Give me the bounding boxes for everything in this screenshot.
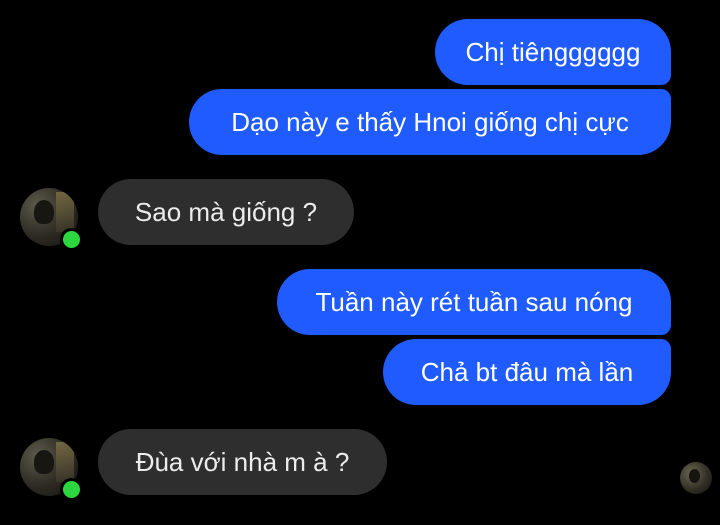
- message-text: Tuần này rét tuần sau nóng: [315, 287, 633, 317]
- message-bubble-incoming[interactable]: Sao mà giống ?: [98, 179, 354, 245]
- message-text: Đùa với nhà m à ?: [135, 447, 350, 477]
- message-text: Chị tiêngggggg: [465, 37, 641, 67]
- message-text: Chả bt đâu mà lần: [420, 357, 634, 387]
- message-bubble-outgoing[interactable]: Chả bt đâu mà lần: [383, 339, 671, 405]
- seen-avatar-icon: [680, 462, 712, 494]
- message-bubble-incoming[interactable]: Đùa với nhà m à ?: [98, 429, 387, 495]
- message-text: Sao mà giống ?: [134, 197, 318, 227]
- online-status-icon: [60, 228, 83, 251]
- contact-avatar[interactable]: [20, 438, 83, 501]
- message-bubble-outgoing[interactable]: Dạo này e thấy Hnoi giống chị cực: [189, 89, 671, 155]
- message-bubble-outgoing[interactable]: Chị tiêngggggg: [435, 19, 671, 85]
- contact-avatar[interactable]: [20, 188, 83, 251]
- online-status-icon: [60, 478, 83, 501]
- message-text: Dạo này e thấy Hnoi giống chị cực: [231, 107, 629, 137]
- message-bubble-outgoing[interactable]: Tuần này rét tuần sau nóng: [277, 269, 671, 335]
